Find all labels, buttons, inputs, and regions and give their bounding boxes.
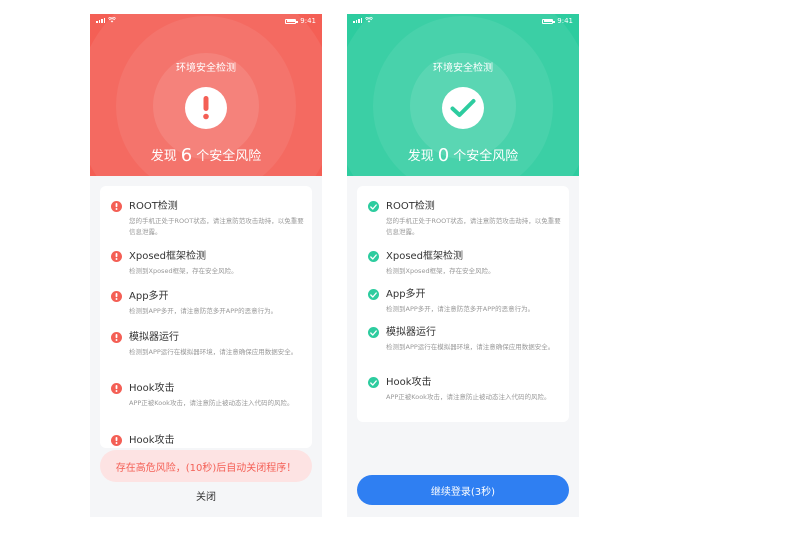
warning-badge bbox=[185, 87, 227, 129]
safe-screen: 9:41 环境安全检测 发现 0 个安全风险 ROOT检测 您的手机正处于ROOT状… bbox=[347, 14, 579, 517]
warning-icon bbox=[111, 291, 122, 302]
item-title: App多开 bbox=[129, 291, 169, 302]
danger-screen: 9:41 环境安全检测 发现 6 个安全风险 ROOT检测 您的手机正处于ROOT状… bbox=[90, 14, 322, 517]
status-bar: 9:41 bbox=[347, 14, 579, 28]
summary-suffix: 个安全风险 bbox=[453, 149, 519, 164]
safe-hero: 9:41 环境安全检测 发现 0 个安全风险 bbox=[347, 14, 579, 176]
battery-icon bbox=[285, 18, 298, 24]
item-description: 检测到Xposed框架，存在安全风险。 bbox=[129, 267, 238, 275]
status-time: 9:41 bbox=[557, 17, 573, 25]
risk-summary: 发现 6 个安全风险 bbox=[90, 145, 322, 166]
page-title: 环境安全检测 bbox=[433, 63, 493, 74]
risk-list: ROOT检测 您的手机正处于ROOT状态，请注意防范攻击劫持，以免重要信息泄露。… bbox=[100, 186, 312, 448]
warning-icon bbox=[111, 435, 122, 446]
item-title: 模拟器运行 bbox=[129, 332, 179, 343]
check-list: ROOT检测 您的手机正处于ROOT状态，请注意防范攻击劫持，以免重要信息泄露。… bbox=[357, 186, 569, 422]
continue-login-button[interactable]: 继续登录(3秒) bbox=[357, 475, 569, 505]
battery-icon bbox=[542, 18, 555, 24]
risk-count: 0 bbox=[437, 145, 450, 166]
page-title: 环境安全检测 bbox=[176, 63, 236, 74]
check-icon bbox=[368, 201, 379, 212]
item-title: Hook攻击 bbox=[129, 435, 175, 446]
check-icon bbox=[368, 289, 379, 300]
item-description: 检测到APP多开，请注意防范多开APP的恶意行为。 bbox=[129, 307, 278, 315]
signal-icon bbox=[353, 18, 362, 23]
summary-suffix: 个安全风险 bbox=[196, 149, 262, 164]
check-icon bbox=[368, 327, 379, 338]
item-description: 您的手机正处于ROOT状态，请注意防范攻击劫持，以免重要信息泄露。 bbox=[129, 217, 304, 236]
wifi-icon bbox=[108, 17, 116, 23]
item-description: APP正被Kook攻击，请注意防止被动态注入代码的风险。 bbox=[129, 399, 294, 407]
status-time: 9:41 bbox=[300, 17, 316, 25]
check-icon bbox=[368, 377, 379, 388]
warning-icon bbox=[111, 383, 122, 394]
item-description: 检测到APP运行在模拟器环境，请注意确保应用数据安全。 bbox=[386, 343, 555, 351]
risk-count: 6 bbox=[180, 145, 193, 166]
item-description: 您的手机正处于ROOT状态，请注意防范攻击劫持，以免重要信息泄露。 bbox=[386, 217, 561, 236]
item-description: APP正被Kook攻击，请注意防止被动态注入代码的风险。 bbox=[386, 393, 551, 401]
item-description: 检测到APP运行在模拟器环境，请注意确保应用数据安全。 bbox=[129, 348, 298, 356]
item-title: ROOT检测 bbox=[386, 201, 435, 212]
check-icon bbox=[450, 99, 476, 117]
warning-icon bbox=[111, 201, 122, 212]
risk-alert-banner: 存在高危风险，(10秒)后自动关闭程序！ bbox=[100, 450, 312, 482]
warning-icon bbox=[111, 332, 122, 343]
wifi-icon bbox=[365, 17, 373, 23]
warning-icon bbox=[111, 251, 122, 262]
summary-prefix: 发现 bbox=[407, 149, 434, 164]
item-description: 检测到APP多开，请注意防范多开APP的恶意行为。 bbox=[386, 305, 535, 313]
item-title: Hook攻击 bbox=[129, 383, 175, 394]
status-bar: 9:41 bbox=[90, 14, 322, 28]
success-badge bbox=[442, 87, 484, 129]
signal-icon bbox=[96, 18, 105, 23]
summary-prefix: 发现 bbox=[150, 149, 177, 164]
risk-summary: 发现 0 个安全风险 bbox=[347, 145, 579, 166]
item-title: ROOT检测 bbox=[129, 201, 178, 212]
item-title: Hook攻击 bbox=[386, 377, 432, 388]
item-title: Xposed框架检测 bbox=[386, 251, 464, 262]
item-title: Xposed框架检测 bbox=[129, 251, 207, 262]
item-title: 模拟器运行 bbox=[386, 327, 436, 338]
item-title: App多开 bbox=[386, 289, 426, 300]
danger-hero: 9:41 环境安全检测 发现 6 个安全风险 bbox=[90, 14, 322, 176]
check-icon bbox=[368, 251, 379, 262]
exclamation-icon bbox=[203, 96, 209, 120]
item-description: 检测到Xposed框架，存在安全风险。 bbox=[386, 267, 495, 275]
close-button[interactable]: 关闭 bbox=[90, 488, 322, 503]
